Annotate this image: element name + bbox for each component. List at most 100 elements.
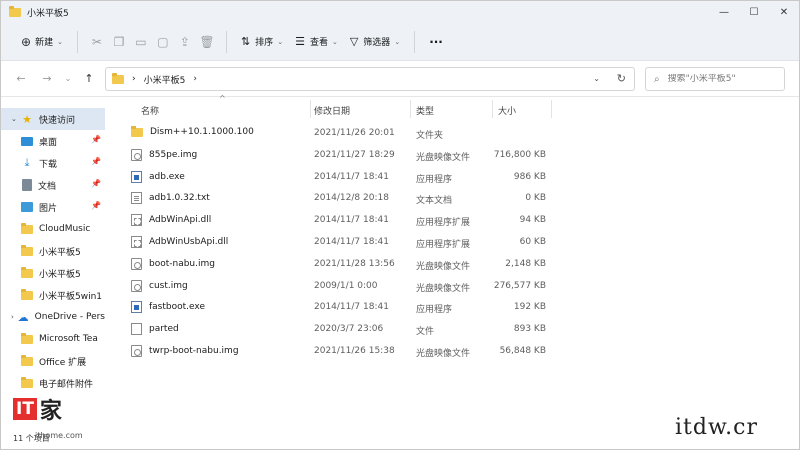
file-row[interactable]: 855pe.img 2021/11/27 18:29 光盘映像文件 716,800 K… — [127, 144, 557, 166]
sidebar-item-cloudmusic[interactable]: CloudMusic — [1, 218, 105, 240]
file-type: 光盘映像文件 — [416, 261, 471, 272]
search-box[interactable]: ⌕ — [645, 67, 785, 91]
watermark-logo-text: IT — [13, 398, 37, 420]
recent-locations-button[interactable]: ⌄ — [61, 67, 75, 91]
disc-file-icon — [131, 279, 142, 292]
sidebar-item-folder[interactable]: 小米平板5 — [1, 240, 105, 262]
file-name: AdbWinApi.dll — [149, 215, 212, 226]
delete-icon[interactable]: 🗑 — [196, 31, 218, 53]
sidebar-item-folder[interactable]: Office 扩展 — [1, 350, 105, 372]
search-input[interactable] — [667, 74, 768, 84]
folder-file-icon — [131, 125, 143, 137]
sidebar-item-pictures[interactable]: 图片 📌 — [1, 196, 105, 218]
file-row[interactable]: twrp-boot-nabu.img 2021/11/26 15:38 光盘映像文件… — [127, 340, 557, 362]
sort-button[interactable]: ⇅ 排序 ⌄ — [235, 29, 289, 55]
file-size: 2,148 KB — [505, 258, 546, 269]
file-row[interactable]: AdbWinUsbApi.dll 2014/11/7 18:41 应用程序扩展 60 … — [127, 231, 557, 253]
view-icon: ☰ — [295, 35, 305, 48]
up-button[interactable]: ↑ — [77, 67, 101, 91]
new-button[interactable]: ⊕ 新建 ⌄ — [15, 29, 69, 55]
address-bar[interactable]: › 小米平板5 › ⌄ ↻ — [105, 67, 635, 91]
file-row[interactable]: parted 2020/3/7 23:06 文件 893 KB — [127, 318, 557, 340]
file-type: 应用程序 — [416, 305, 453, 316]
file-row[interactable]: AdbWinApi.dll 2014/11/7 18:41 应用程序扩展 94 KB — [127, 209, 557, 231]
refresh-button[interactable]: ↻ — [617, 72, 626, 85]
file-name-cell: adb.exe — [131, 170, 185, 183]
filter-button[interactable]: ▽ 筛选器 ⌄ — [344, 29, 406, 55]
minimize-button[interactable]: — — [709, 1, 739, 23]
file-list: ^ 名称 修改日期 类型 大小 Dism++10.1.1000.100 2021/… — [127, 94, 557, 398]
breadcrumb-item[interactable]: 小米平板5 — [144, 73, 186, 86]
column-header-type[interactable]: 类型 — [416, 104, 434, 117]
file-row[interactable]: fastboot.exe 2014/11/7 18:41 应用程序 192 KB — [127, 296, 557, 318]
cut-icon[interactable]: ✂ — [86, 31, 108, 53]
column-header-name[interactable]: 名称 — [141, 104, 159, 117]
file-name-cell: fastboot.exe — [131, 301, 205, 314]
column-header-size[interactable]: 大小 — [498, 104, 516, 117]
dll-file-icon — [131, 236, 142, 248]
file-row[interactable]: boot-nabu.img 2021/11/28 13:56 光盘映像文件 2,148… — [127, 253, 557, 275]
chevron-down-icon: ⌄ — [331, 37, 338, 46]
pin-icon: 📌 — [91, 157, 101, 166]
watermark-site: ithome.com — [35, 431, 83, 440]
file-type: 应用程序扩展 — [416, 218, 471, 229]
file-name: fastboot.exe — [149, 302, 205, 313]
toolbar-divider — [225, 30, 227, 53]
file-row[interactable]: adb.exe 2014/11/7 18:41 应用程序 986 KB — [127, 166, 557, 188]
file-name: adb.exe — [149, 171, 185, 182]
sidebar-item-folder[interactable]: Microsoft Tea — [1, 328, 105, 350]
paste-icon[interactable]: ▭ — [130, 31, 152, 53]
pin-icon: 📌 — [91, 135, 101, 144]
breadcrumb-separator-icon[interactable]: › — [193, 74, 197, 84]
file-name-cell: parted — [131, 323, 179, 336]
file-name: boot-nabu.img — [149, 258, 215, 269]
column-divider[interactable] — [310, 100, 311, 118]
file-row[interactable]: adb1.0.32.txt 2014/12/8 20:18 文本文档 0 KB — [127, 187, 557, 209]
back-button[interactable]: ← — [9, 67, 33, 91]
pin-icon: 📌 — [91, 201, 101, 210]
maximize-button[interactable]: ☐ — [739, 1, 769, 23]
file-name-cell: 855pe.img — [131, 148, 197, 161]
column-divider[interactable] — [410, 100, 411, 118]
column-divider[interactable] — [551, 100, 552, 118]
plus-circle-icon: ⊕ — [21, 34, 32, 49]
sidebar-item-folder[interactable]: 小米平板5 — [1, 262, 105, 284]
star-icon: ★ — [22, 112, 32, 126]
sort-ascending-icon: ^ — [219, 94, 226, 103]
sidebar-item-onedrive[interactable]: › ☁ OneDrive - Pers — [1, 306, 105, 328]
forward-button[interactable]: → — [35, 67, 59, 91]
folder-icon — [21, 288, 33, 300]
close-button[interactable]: ✕ — [769, 1, 799, 23]
file-size: 0 KB — [525, 193, 546, 204]
column-header-date[interactable]: 修改日期 — [314, 104, 350, 117]
breadcrumb-separator-icon: › — [132, 74, 136, 84]
rename-icon[interactable]: ▢ — [152, 31, 174, 53]
chevron-down-icon[interactable]: ⌄ — [11, 115, 21, 123]
more-button[interactable]: ··· — [423, 29, 449, 55]
sidebar-item-quick-access[interactable]: ⌄ ★ 快速访问 — [1, 108, 105, 130]
sidebar-item-downloads[interactable]: ⤓ 下载 📌 — [1, 152, 105, 174]
column-divider[interactable] — [492, 100, 493, 118]
file-size: 276,577 KB — [493, 280, 546, 291]
file-date: 2021/11/26 20:01 — [314, 128, 395, 138]
file-type: 应用程序 — [416, 174, 453, 185]
chevron-down-icon[interactable]: ⌄ — [593, 74, 600, 83]
navigation-pane: ⌄ ★ 快速访问 桌面 📌 ⤓ 下载 📌 文档 📌 图片 📌 CloudMusi… — [1, 98, 105, 438]
window-title: 小米平板5 — [27, 8, 69, 19]
file-size: 192 KB — [513, 302, 546, 313]
sidebar-item-desktop[interactable]: 桌面 📌 — [1, 130, 105, 152]
file-date: 2020/3/7 23:06 — [314, 324, 384, 335]
sidebar-item-folder[interactable]: 电子邮件附件 — [1, 372, 105, 394]
file-row[interactable]: cust.img 2009/1/1 0:00 光盘映像文件 276,577 KB — [127, 275, 557, 297]
file-name-cell: twrp-boot-nabu.img — [131, 345, 239, 357]
sidebar-item-documents[interactable]: 文档 📌 — [1, 174, 105, 196]
sidebar-item-folder[interactable]: 小米平板5win1 — [1, 284, 105, 306]
chevron-down-icon: ⌄ — [277, 37, 284, 46]
chevron-right-icon[interactable]: › — [11, 313, 18, 321]
share-icon[interactable]: ⇪ — [174, 31, 196, 53]
search-icon: ⌕ — [654, 73, 660, 85]
file-name: parted — [149, 324, 179, 335]
view-button[interactable]: ☰ 查看 ⌄ — [289, 29, 344, 55]
file-row[interactable]: Dism++10.1.1000.100 2021/11/26 20:01 文件夹 — [127, 122, 557, 144]
copy-icon[interactable]: ❐ — [108, 31, 130, 53]
